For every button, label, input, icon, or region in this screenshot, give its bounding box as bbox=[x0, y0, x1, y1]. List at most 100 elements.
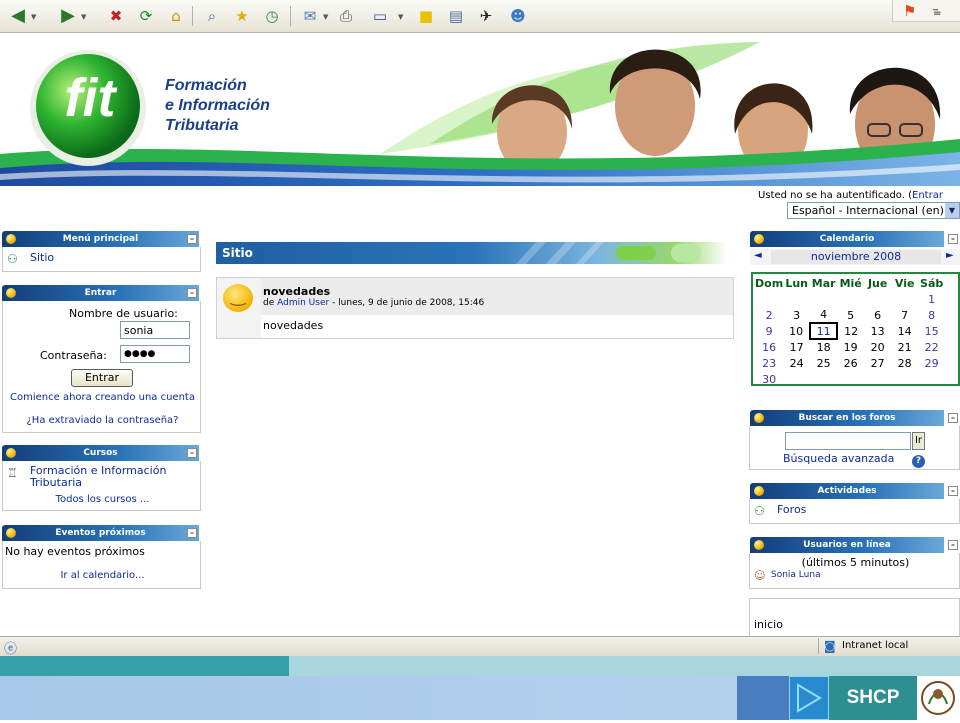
close-icon[interactable]: = bbox=[933, 8, 941, 19]
online-user-link[interactable]: Sonia Luna bbox=[771, 570, 821, 580]
intranet-icon: ◙ bbox=[824, 639, 836, 653]
collapse-icon[interactable]: – bbox=[187, 528, 197, 538]
mail-dropdown-icon[interactable]: ▼ bbox=[323, 13, 328, 21]
login-link[interactable]: Entrar bbox=[912, 190, 943, 201]
brand-label: SHCP bbox=[829, 676, 917, 720]
windows-logo: ⚑ _ = bbox=[892, 0, 960, 22]
favorites-icon[interactable]: ★ bbox=[230, 4, 254, 28]
research-icon[interactable]: ▤ bbox=[444, 4, 468, 28]
collapse-icon[interactable]: – bbox=[948, 540, 958, 550]
calendar-week: 16 17 18 19 20 21 22 bbox=[755, 339, 945, 355]
weekday-label: Jue bbox=[867, 276, 888, 290]
language-value: Español - Internacional (en) bbox=[792, 204, 944, 217]
discuss-icon[interactable]: ■ bbox=[414, 4, 438, 28]
menu-item-sitio[interactable]: Sitio bbox=[30, 251, 54, 264]
username-label: Nombre de usuario: bbox=[69, 307, 178, 320]
search-icon[interactable]: ⌕ bbox=[200, 4, 224, 28]
post-body: novedades bbox=[263, 319, 324, 332]
login-button[interactable]: Entrar bbox=[71, 369, 133, 387]
forward-icon[interactable]: ▶ bbox=[56, 4, 80, 28]
course-link[interactable]: Formación e Información Tributaria bbox=[30, 465, 195, 489]
collapse-icon[interactable]: – bbox=[187, 448, 197, 458]
block-header-online-users: Usuarios en línea – bbox=[750, 537, 958, 553]
collapse-icon[interactable]: – bbox=[948, 234, 958, 244]
user-avatar-icon: ☺ bbox=[754, 569, 766, 582]
calendar-day: 12 bbox=[844, 324, 859, 338]
forgot-password-link[interactable]: ¿Ha extraviado la contraseña? bbox=[7, 415, 198, 426]
calendar-day: 13 bbox=[870, 324, 885, 338]
weekday-label: Lun bbox=[785, 276, 808, 290]
back-icon[interactable]: ◀ bbox=[6, 4, 30, 28]
forum-post: ‿ novedades de Admin User - lunes, 9 de … bbox=[216, 277, 734, 339]
calendar-month[interactable]: noviembre 2008 bbox=[771, 250, 941, 264]
collapse-icon[interactable]: – bbox=[948, 486, 958, 496]
password-input[interactable]: ●●●● bbox=[120, 345, 190, 363]
forum-icon: ⚇ bbox=[7, 252, 18, 266]
calendar-day: 18 bbox=[816, 341, 831, 354]
calendar-day: 1 bbox=[928, 292, 936, 306]
activities-forums-link[interactable]: Foros bbox=[777, 503, 806, 516]
edit-icon[interactable]: ▭ bbox=[368, 4, 392, 28]
section-header: Sitio bbox=[216, 242, 727, 264]
signup-link[interactable]: Comience ahora creando una cuenta bbox=[7, 392, 198, 403]
calendar-empty-cell bbox=[810, 371, 837, 387]
history-icon[interactable]: ◷ bbox=[260, 4, 284, 28]
no-events-text: No hay eventos próximos bbox=[5, 545, 145, 558]
chevron-down-icon[interactable]: ▼ bbox=[945, 203, 959, 218]
site-title: Formación e Información Tributaria bbox=[165, 76, 270, 136]
block-title: Eventos próximos bbox=[55, 528, 146, 538]
prev-month-icon[interactable]: ◄ bbox=[754, 250, 762, 261]
all-courses-link[interactable]: Todos los cursos ... bbox=[7, 494, 198, 505]
calendar-day: 7 bbox=[901, 308, 909, 322]
messenger-icon[interactable]: ☻ bbox=[506, 4, 530, 28]
calendar-empty-cell bbox=[837, 291, 864, 307]
calendar-day: 29 bbox=[924, 356, 939, 370]
banner-graphic bbox=[0, 42, 960, 186]
language-select[interactable]: Español - Internacional (en) ▼ bbox=[787, 202, 960, 219]
site-title-line: Formación bbox=[165, 77, 247, 94]
byline-prefix: de bbox=[263, 298, 275, 308]
calendar-days: 1 2 3 4 5 6 7 8 9 10 11 12 13 14 15 16 17 18 19 20 21 22 23 24 2… bbox=[755, 291, 945, 387]
online-users-subtitle: (últimos 5 minutos) bbox=[801, 556, 910, 569]
block-header-courses: Cursos – bbox=[2, 445, 199, 461]
home-icon[interactable]: ⌂ bbox=[164, 4, 188, 28]
auth-status: Usted no se ha autentificado. (Entrar bbox=[758, 190, 943, 201]
forum-search-input[interactable] bbox=[785, 432, 911, 450]
collapse-icon[interactable]: – bbox=[187, 288, 197, 298]
block-bullet-icon bbox=[754, 540, 764, 550]
calendar-day: 15 bbox=[924, 324, 939, 338]
print-icon[interactable]: ⎙ bbox=[334, 4, 358, 28]
stop-icon[interactable]: ✖ bbox=[104, 4, 128, 28]
mail-icon[interactable]: ✉ bbox=[298, 4, 322, 28]
password-label: Contraseña: bbox=[40, 349, 107, 362]
author-link[interactable]: Admin User bbox=[277, 298, 329, 308]
logo-text: fit bbox=[64, 68, 116, 128]
calendar-day: 14 bbox=[897, 324, 912, 338]
help-icon[interactable]: ? bbox=[912, 455, 925, 468]
refresh-icon[interactable]: ⟳ bbox=[134, 4, 158, 28]
back-dropdown-icon[interactable]: ▼ bbox=[31, 13, 36, 21]
block-menu: ⚇ Sitio bbox=[2, 247, 201, 272]
advanced-search-link[interactable]: Búsqueda avanzada bbox=[783, 452, 894, 465]
collapse-icon[interactable]: – bbox=[187, 234, 197, 244]
next-slide-button[interactable] bbox=[789, 676, 829, 720]
calendar-day: 8 bbox=[928, 308, 936, 322]
bluetooth-icon[interactable]: ✈ bbox=[474, 4, 498, 28]
calendar-table: Dom Lun Mar Mié Jue Vie Sáb 1 2 3 4 5 6 7 8 9 10 11 12 13 1… bbox=[755, 275, 946, 387]
forum-search-button[interactable]: Ir bbox=[912, 432, 925, 450]
calendar-empty-cell bbox=[837, 371, 864, 387]
calendar-week: 30 bbox=[755, 371, 945, 387]
calendar-day: 5 bbox=[847, 308, 855, 322]
username-input[interactable] bbox=[120, 321, 190, 339]
calendar-empty-cell bbox=[891, 371, 918, 387]
next-month-icon[interactable]: ► bbox=[946, 250, 954, 261]
block-title: Buscar en los foros bbox=[798, 413, 896, 423]
block-login: Nombre de usuario: Contraseña: ●●●● Entr… bbox=[2, 301, 201, 433]
collapse-icon[interactable]: – bbox=[948, 413, 958, 423]
calendar-link[interactable]: Ir al calendario... bbox=[7, 570, 198, 581]
calendar-empty-cell bbox=[783, 371, 810, 387]
calendar-day: 9 bbox=[765, 324, 773, 338]
block-header-calendar: Calendario – bbox=[750, 231, 958, 247]
forward-dropdown-icon[interactable]: ▼ bbox=[81, 13, 86, 21]
edit-dropdown-icon[interactable]: ▼ bbox=[398, 13, 403, 21]
